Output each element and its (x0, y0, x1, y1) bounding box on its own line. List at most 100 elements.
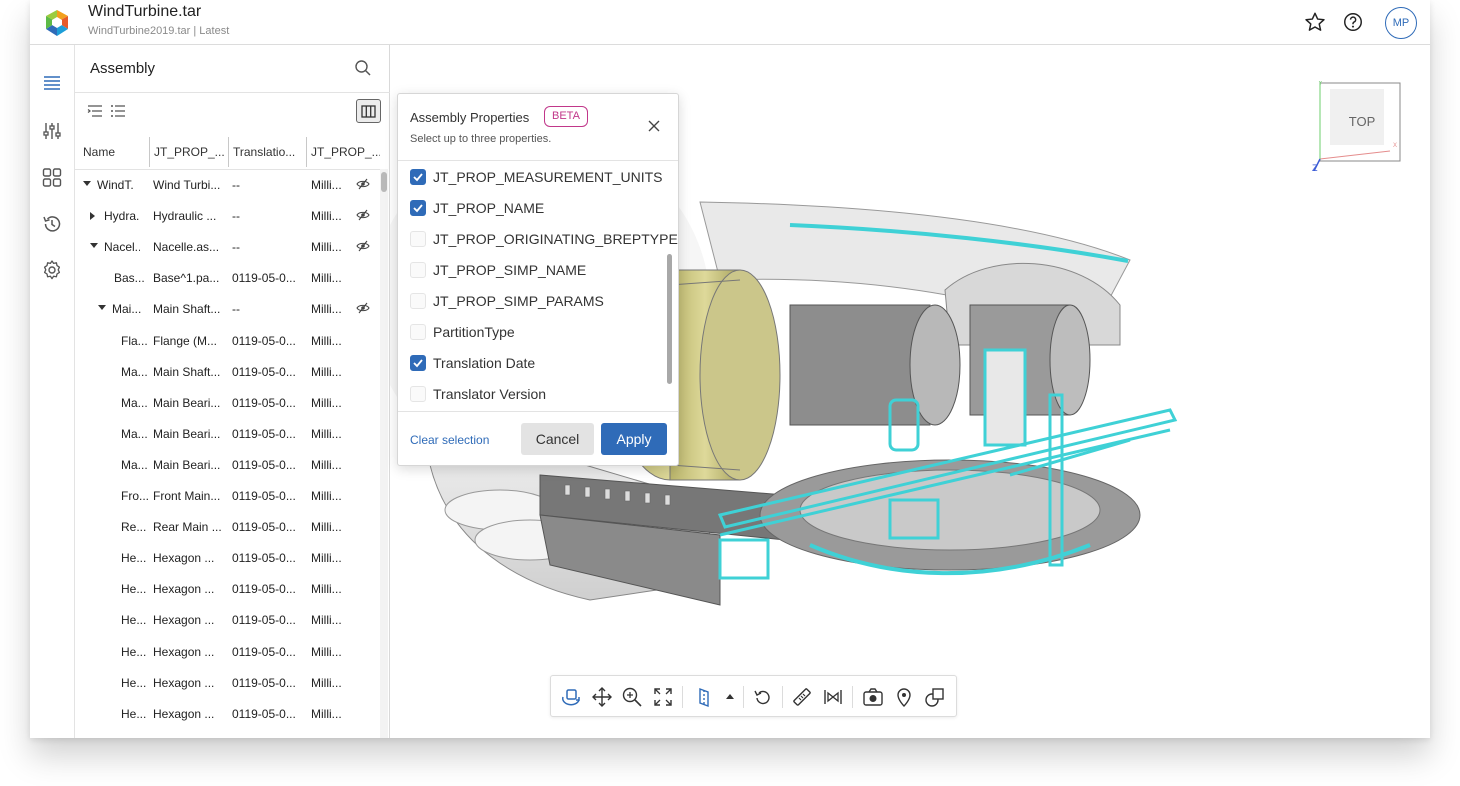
column-header-prop-units[interactable]: JT_PROP_... (306, 137, 380, 167)
row-name: Ma... (121, 364, 148, 379)
row-name: He... (121, 551, 147, 566)
apply-button[interactable]: Apply (601, 423, 667, 455)
tree-row[interactable]: Fro... Front Main... 0119-05-0... Milli... (75, 480, 380, 511)
tree-row[interactable]: Bas... Base^1.pa... 0119-05-0... Milli... (75, 262, 380, 293)
axis-z-label: Z (1312, 163, 1318, 171)
property-option[interactable]: Translation Date (398, 347, 668, 378)
checkbox-checked[interactable] (410, 200, 426, 216)
collapse-caret-icon[interactable] (83, 181, 91, 186)
row-name: Re... (121, 520, 147, 535)
property-option[interactable]: JT_PROP_ORIGINATING_BREPTYPE (398, 223, 678, 254)
checkbox-unchecked[interactable] (410, 262, 426, 278)
search-icon[interactable] (353, 58, 373, 78)
property-option[interactable]: JT_PROP_SIMP_NAME (398, 254, 668, 285)
checkbox-checked[interactable] (410, 355, 426, 371)
tree-row[interactable]: He... Hexagon ... 0119-05-0... Milli... (75, 573, 380, 604)
row-units: Milli... (311, 675, 342, 690)
clear-selection-link[interactable]: Clear selection (410, 433, 489, 447)
collapse-all-icon[interactable] (110, 103, 126, 119)
explode-icon[interactable] (821, 685, 845, 709)
zoom-icon[interactable] (620, 685, 644, 709)
document-title: WindTurbine.tar (88, 3, 202, 20)
row-units: Milli... (311, 209, 342, 224)
help-icon[interactable] (1341, 10, 1365, 34)
tree-row[interactable]: He... Hexagon ... 0119-05-0... Milli... (75, 667, 380, 698)
expand-caret-icon[interactable] (90, 212, 95, 221)
tree-row[interactable]: WindT... Wind Turbi... -- Milli... (75, 169, 380, 200)
dialog-scroll-thumb[interactable] (667, 254, 672, 384)
tree-row[interactable]: Ma... Main Shaft... 0119-05-0... Milli... (75, 356, 380, 387)
measure-icon[interactable] (790, 685, 814, 709)
collapse-caret-icon[interactable] (98, 305, 106, 311)
tree-row[interactable]: Ma... Main Beari... 0119-05-0... Milli... (75, 387, 380, 418)
top-bar: WindTurbine.tar WindTurbine2019.tar | La… (30, 0, 1430, 45)
row-units: Milli... (311, 240, 342, 255)
checkbox-unchecked[interactable] (410, 231, 426, 247)
property-option[interactable]: JT_PROP_SIMP_PARAMS (398, 285, 668, 316)
pan-icon[interactable] (590, 685, 614, 709)
toolbar-divider (782, 686, 783, 708)
assembly-tree-icon[interactable] (40, 71, 64, 95)
visibility-eye-icon[interactable] (356, 239, 370, 253)
tree-row[interactable]: Mai... Main Shaft... -- Milli... (75, 293, 380, 324)
column-header-name[interactable]: Name (83, 137, 145, 167)
visibility-eye-icon[interactable] (356, 208, 370, 222)
checkbox-unchecked[interactable] (410, 386, 426, 402)
row-name: Ma... (121, 457, 148, 472)
row-prop-name: Base^1.pa... (153, 271, 220, 286)
visibility-eye-icon[interactable] (356, 177, 370, 191)
tree-row[interactable]: Ma... Main Beari... 0119-05-0... Milli... (75, 418, 380, 449)
view-cube[interactable]: TOP Y Z X (1312, 81, 1402, 171)
checkbox-unchecked[interactable] (410, 324, 426, 340)
tree-scrollbar[interactable] (380, 169, 388, 738)
property-option[interactable]: JT_PROP_NAME (398, 192, 668, 223)
tree-row[interactable]: Nacel... Nacelle.as... -- Milli... (75, 231, 380, 262)
tree-row[interactable]: Ma... Main Beari... 0119-05-0... Milli... (75, 449, 380, 480)
orbit-icon[interactable] (559, 685, 583, 709)
tree-row[interactable]: Hydra... Hydraulic ... -- Milli... (75, 200, 380, 231)
favorite-star-icon[interactable] (1303, 10, 1327, 34)
property-option[interactable]: Translator Version (398, 378, 668, 409)
row-prop-name: Hydraulic ... (153, 209, 217, 224)
collapse-caret-icon[interactable] (90, 243, 98, 249)
reset-icon[interactable] (751, 685, 775, 709)
history-icon[interactable] (40, 212, 64, 236)
row-units: Milli... (311, 706, 342, 721)
cancel-button[interactable]: Cancel (521, 423, 594, 455)
row-translation-date: 0119-05-0... (232, 644, 296, 659)
close-icon[interactable] (647, 119, 661, 133)
tree-row[interactable]: He... Hexagon ... 0119-05-0... Milli... (75, 542, 380, 573)
row-name: Bas... (114, 271, 145, 286)
shapes-icon[interactable] (923, 685, 947, 709)
fit-icon[interactable] (651, 685, 675, 709)
checkbox-checked[interactable] (410, 169, 426, 185)
columns-toggle-button[interactable] (356, 99, 381, 123)
tree-row[interactable]: He... Hexagon ... 0119-05-0... Milli... (75, 604, 380, 635)
markup-pin-icon[interactable] (892, 685, 916, 709)
visibility-eye-icon[interactable] (356, 301, 370, 315)
row-name: He... (121, 706, 147, 721)
panel-divider (75, 92, 390, 93)
property-options-list: JT_PROP_MEASUREMENT_UNITS JT_PROP_NAME JT_… (398, 161, 678, 411)
column-header-prop-name[interactable]: JT_PROP_... (149, 137, 227, 167)
property-option[interactable]: PartitionType (398, 316, 668, 347)
tree-row[interactable]: Fla... Flange (M... 0119-05-0... Milli... (75, 325, 380, 356)
tree-scroll-thumb[interactable] (381, 172, 387, 192)
app-window: WindTurbine.tar WindTurbine2019.tar | La… (30, 0, 1430, 738)
tree-row[interactable]: Re... Rear Main ... 0119-05-0... Milli... (75, 511, 380, 542)
expand-all-icon[interactable] (87, 103, 103, 119)
settings-gear-icon[interactable] (40, 258, 64, 282)
checkbox-unchecked[interactable] (410, 293, 426, 309)
tree-row[interactable]: He... Hexagon ... 0119-05-0... Milli... (75, 698, 380, 729)
row-name: WindT... (97, 178, 133, 192)
tree-row[interactable]: He... Hexagon ... 0119-05-0... Milli... (75, 636, 380, 667)
grid-view-icon[interactable] (40, 165, 64, 189)
property-option[interactable]: JT_PROP_MEASUREMENT_UNITS (398, 161, 668, 192)
snapshot-icon[interactable] (861, 685, 885, 709)
section-icon[interactable] (692, 685, 716, 709)
expand-up-icon[interactable] (718, 685, 742, 709)
user-avatar[interactable]: MP (1385, 7, 1417, 39)
filters-sliders-icon[interactable] (40, 119, 64, 143)
column-header-translation-date[interactable]: Translatio... (228, 137, 306, 167)
row-translation-date: 0119-05-0... (232, 395, 296, 410)
